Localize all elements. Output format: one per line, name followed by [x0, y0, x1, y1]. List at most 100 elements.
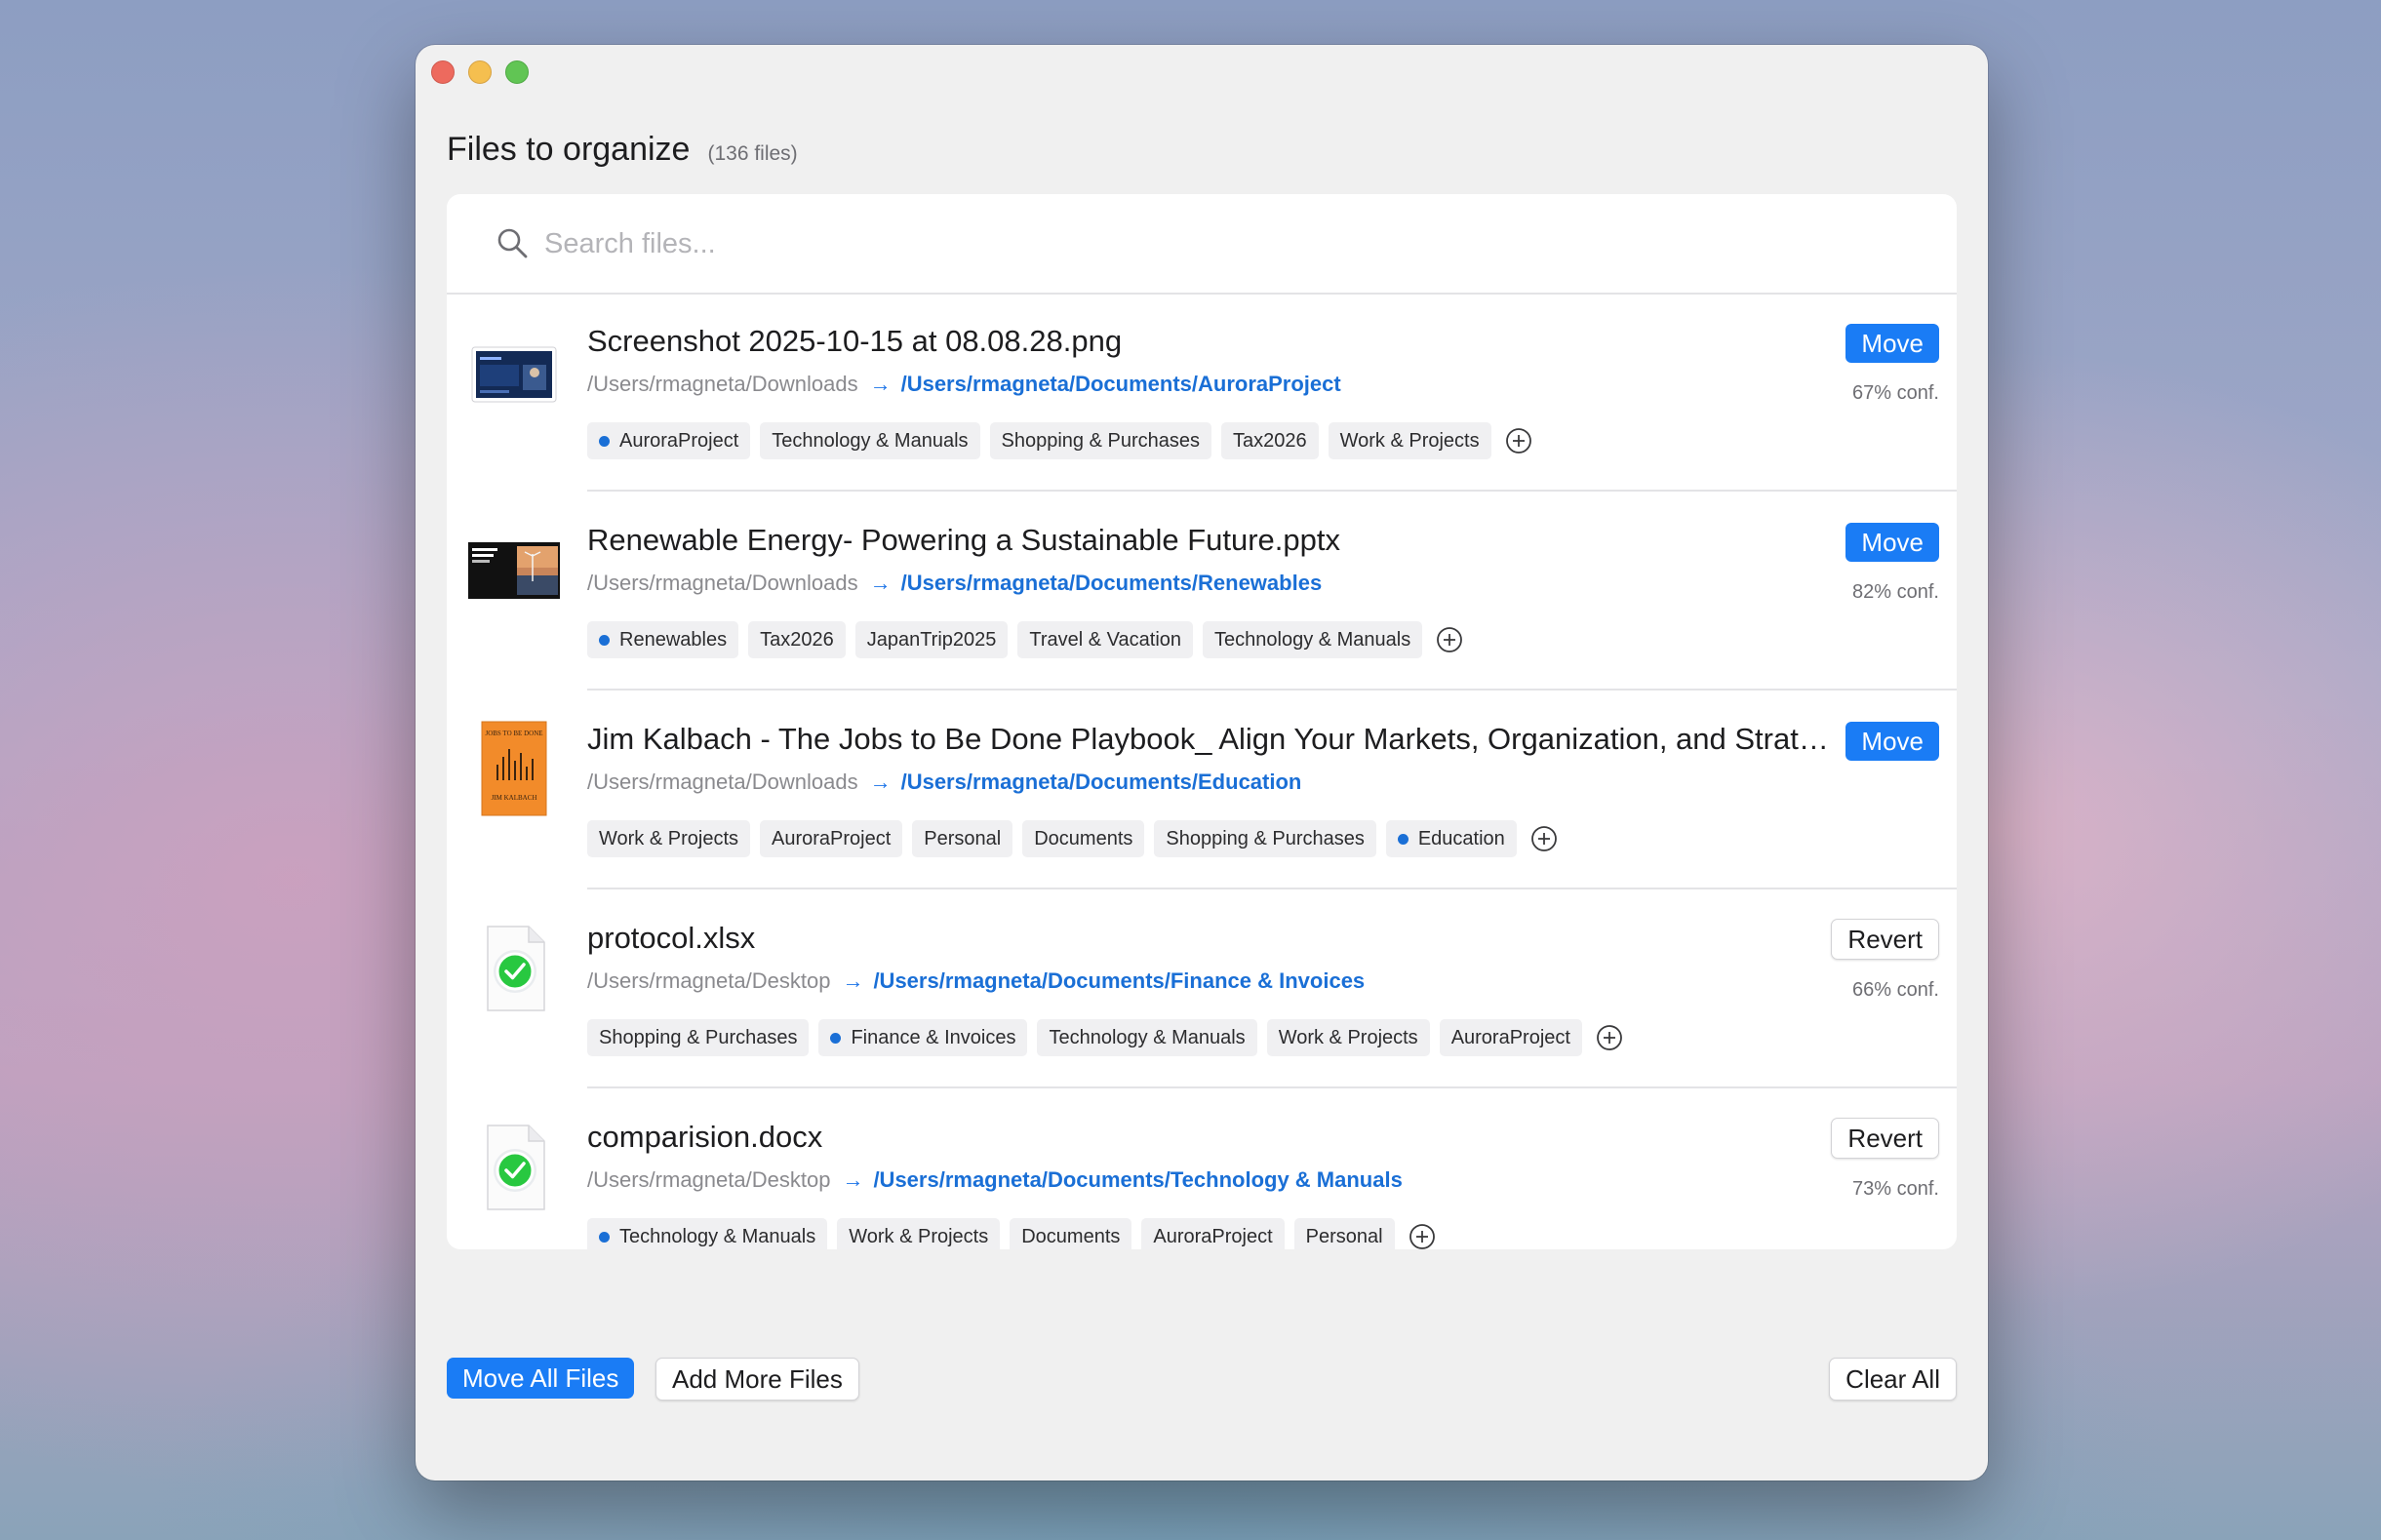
- tag-label: Finance & Invoices: [851, 1026, 1016, 1048]
- path-line: /Users/rmagneta/Downloads → /Users/rmagnet…: [587, 770, 1301, 795]
- tag-chip[interactable]: Technology & Manuals: [1203, 621, 1423, 658]
- tag-label: Documents: [1021, 1225, 1121, 1247]
- revert-button[interactable]: Revert: [1831, 919, 1939, 960]
- file-row: protocol.xlsx/Users/rmagneta/Desktop →/Us…: [447, 889, 1957, 1088]
- tag-chip[interactable]: Finance & Invoices: [818, 1019, 1028, 1056]
- tag-chip[interactable]: Technology & Manuals: [1037, 1019, 1257, 1056]
- move-button[interactable]: Move: [1845, 722, 1939, 761]
- tag-chip[interactable]: Work & Projects: [1328, 422, 1491, 459]
- tag-chip[interactable]: Travel & Vacation: [1017, 621, 1194, 658]
- tag-list: Work & Projects AuroraProject Personal Docu…: [587, 820, 1558, 857]
- revert-button[interactable]: Revert: [1831, 1118, 1939, 1159]
- tag-chip[interactable]: AuroraProject: [587, 422, 751, 459]
- file-name: protocol.xlsx: [587, 921, 756, 955]
- tag-label: AuroraProject: [1450, 1026, 1570, 1048]
- tag-chip[interactable]: Shopping & Purchases: [1154, 820, 1376, 857]
- tag-label: Documents: [1034, 827, 1133, 849]
- tag-chip[interactable]: Personal: [1293, 1218, 1395, 1249]
- tag-list: AuroraProject Technology & Manuals Shoppin…: [587, 422, 1532, 459]
- tag-label: JapanTrip2025: [866, 628, 997, 651]
- tag-label: AuroraProject: [1153, 1225, 1273, 1247]
- destination-path[interactable]: /Users/rmagneta/Documents/Technology & M…: [873, 1167, 1402, 1193]
- arrow-right-icon: →: [869, 571, 892, 595]
- add-tag-icon[interactable]: [1436, 626, 1463, 653]
- tag-label: Tax2026: [1232, 429, 1307, 452]
- add-tag-icon[interactable]: [1409, 1223, 1436, 1249]
- path-line: /Users/rmagneta/Desktop → /Users/rmagneta/…: [587, 968, 1365, 994]
- arrow-right-icon: →: [842, 1167, 864, 1192]
- add-tag-icon[interactable]: [1596, 1024, 1623, 1051]
- destination-path[interactable]: /Users/rmagneta/Documents/Renewables: [901, 571, 1323, 596]
- close-window-button[interactable]: [431, 60, 455, 84]
- source-path: /Users/rmagneta/Downloads: [587, 571, 858, 595]
- file-count: (136 files): [707, 142, 798, 165]
- destination-path[interactable]: /Users/rmagneta/Documents/Education: [901, 770, 1302, 795]
- tag-label: Work & Projects: [599, 827, 738, 849]
- tag-chip[interactable]: Work & Projects: [587, 820, 750, 857]
- source-path: /Users/rmagneta/Desktop: [587, 968, 831, 993]
- tag-label: Technology & Manuals: [1049, 1026, 1246, 1048]
- move-button[interactable]: Move: [1845, 523, 1939, 562]
- selected-dot-icon: [599, 1231, 610, 1243]
- destination-path[interactable]: /Users/rmagneta/Documents/AuroraProject: [901, 372, 1341, 397]
- tag-chip[interactable]: Technology & Manuals: [760, 422, 980, 459]
- confidence-label: 82% conf.: [1852, 581, 1939, 603]
- tag-label: Technology & Manuals: [772, 429, 969, 452]
- tag-chip[interactable]: Personal: [912, 820, 1013, 857]
- tag-chip[interactable]: Shopping & Purchases: [587, 1019, 810, 1056]
- add-tag-icon[interactable]: [1530, 825, 1558, 852]
- tag-list: Technology & Manuals Work & Projects Docum…: [587, 1218, 1436, 1249]
- file-thumbnail: [468, 1118, 560, 1215]
- zoom-window-button[interactable]: [505, 60, 529, 84]
- minimize-window-button[interactable]: [468, 60, 492, 84]
- tag-chip[interactable]: Tax2026: [748, 621, 846, 658]
- path-line: /Users/rmagneta/Downloads → /Users/rmagnet…: [587, 372, 1341, 397]
- move-button[interactable]: Move: [1845, 324, 1939, 363]
- source-path: /Users/rmagneta/Downloads: [587, 770, 858, 794]
- path-line: /Users/rmagneta/Downloads → /Users/rmagnet…: [587, 571, 1322, 596]
- tag-label: Shopping & Purchases: [1001, 429, 1200, 452]
- svg-text:JIM KALBACH: JIM KALBACH: [492, 794, 537, 802]
- arrow-right-icon: →: [869, 372, 892, 396]
- file-name: Screenshot 2025-10-15 at 08.08.28.png: [587, 324, 1123, 358]
- selected-dot-icon: [599, 435, 610, 447]
- tag-chip[interactable]: Tax2026: [1220, 422, 1319, 459]
- tag-label: Work & Projects: [1278, 1026, 1418, 1048]
- tag-label: Technology & Manuals: [619, 1225, 816, 1247]
- arrow-right-icon: →: [842, 968, 864, 993]
- selected-dot-icon: [599, 634, 610, 646]
- destination-path[interactable]: /Users/rmagneta/Documents/Finance & Invo…: [873, 968, 1365, 994]
- svg-text:JOBS TO BE DONE: JOBS TO BE DONE: [485, 730, 542, 737]
- confidence-label: 66% conf.: [1852, 979, 1939, 1001]
- tag-chip[interactable]: Technology & Manuals: [587, 1218, 828, 1249]
- add-tag-icon[interactable]: [1505, 427, 1532, 454]
- tag-label: Shopping & Purchases: [1166, 827, 1365, 849]
- tag-label: Personal: [924, 827, 1002, 849]
- tag-chip[interactable]: Shopping & Purchases: [989, 422, 1211, 459]
- tag-label: Work & Projects: [849, 1225, 989, 1247]
- tag-chip[interactable]: JapanTrip2025: [854, 621, 1009, 658]
- selected-dot-icon: [1397, 833, 1409, 845]
- tag-label: Tax2026: [760, 628, 834, 651]
- file-row: comparision.docx/Users/rmagneta/Desktop →…: [447, 1088, 1957, 1249]
- confidence-label: 67% conf.: [1852, 382, 1939, 404]
- confidence-label: 73% conf.: [1852, 1178, 1939, 1200]
- tag-chip[interactable]: Documents: [1022, 820, 1145, 857]
- page-header: Files to organize (136 files): [447, 131, 798, 169]
- add-more-files-button[interactable]: Add More Files: [655, 1358, 859, 1401]
- app-window: Files to organize (136 files) Screenshot…: [416, 45, 1988, 1481]
- tag-chip[interactable]: AuroraProject: [760, 820, 903, 857]
- tag-label: Work & Projects: [1339, 429, 1480, 452]
- tag-chip[interactable]: Work & Projects: [837, 1218, 1001, 1249]
- tag-chip[interactable]: Education: [1385, 820, 1517, 857]
- tag-chip[interactable]: AuroraProject: [1439, 1019, 1582, 1056]
- tag-chip[interactable]: Work & Projects: [1266, 1019, 1430, 1056]
- tag-label: Education: [1417, 827, 1505, 849]
- search-input[interactable]: [542, 216, 1912, 272]
- tag-chip[interactable]: Renewables: [587, 621, 739, 658]
- move-all-files-button[interactable]: Move All Files: [447, 1358, 635, 1399]
- tag-chip[interactable]: AuroraProject: [1141, 1218, 1285, 1249]
- tag-chip[interactable]: Documents: [1010, 1218, 1132, 1249]
- clear-all-button[interactable]: Clear All: [1829, 1358, 1957, 1401]
- file-row: Renewable Energy- Powering a Sustainable…: [447, 492, 1957, 691]
